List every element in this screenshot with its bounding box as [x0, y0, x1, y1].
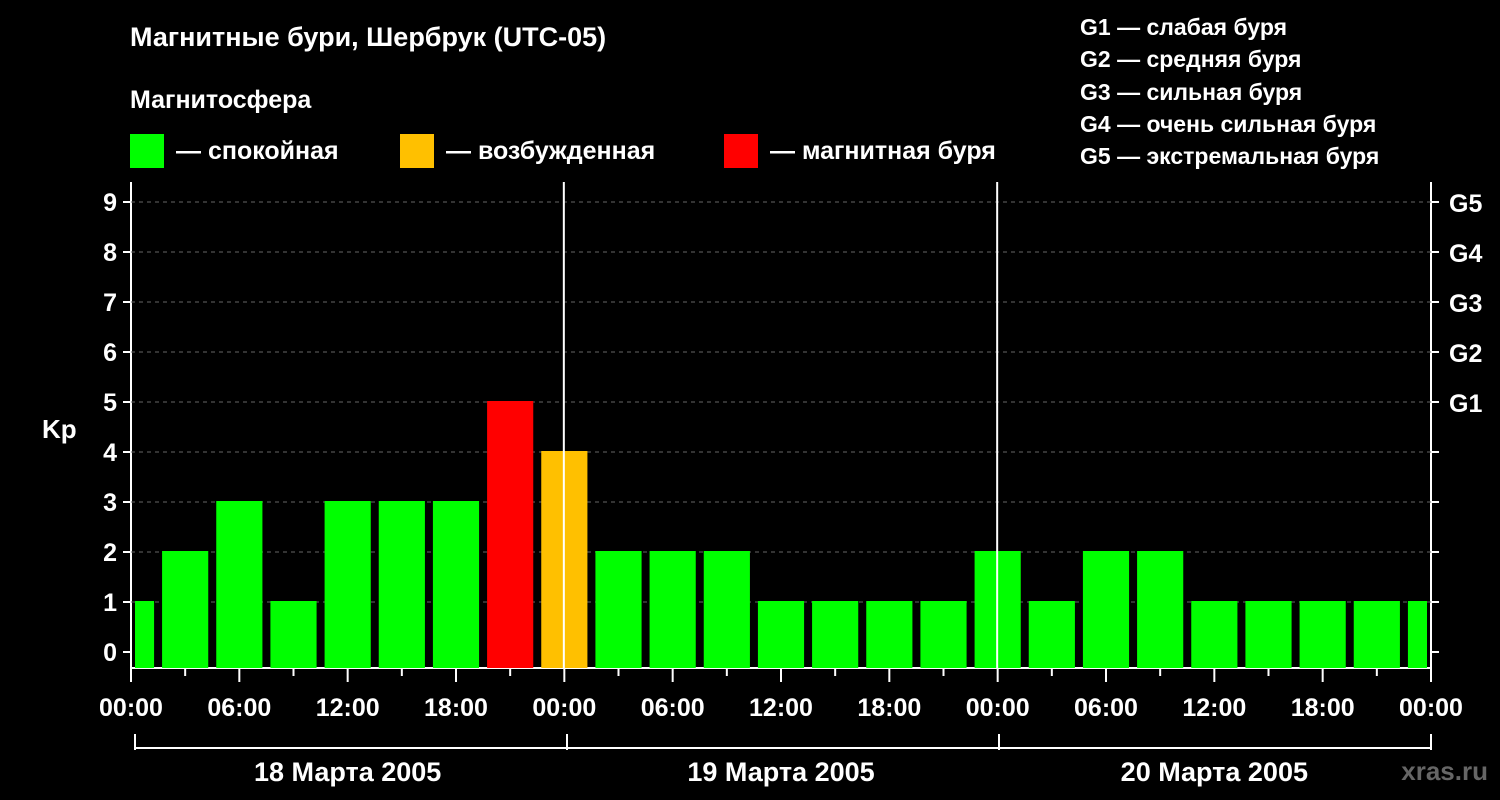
g-level-label: G1 — [1449, 390, 1482, 418]
kp-bar — [812, 601, 859, 668]
y-tick-label: 7 — [103, 289, 117, 317]
x-tick-label: 00:00 — [1399, 694, 1463, 722]
kp-bar — [378, 501, 425, 668]
y-tick-label: 3 — [103, 489, 117, 517]
x-tick-label: 18:00 — [424, 694, 488, 722]
watermark: xras.ru — [1401, 756, 1488, 786]
kp-bar — [866, 601, 913, 668]
x-tick-label: 12:00 — [749, 694, 813, 722]
y-tick-label: 2 — [103, 539, 117, 567]
g-level-label: G4 — [1449, 240, 1482, 268]
g-level-label: G5 — [1449, 190, 1482, 218]
kp-chart: 0 1 2 3 4 5 6 7 8 9 G1 G2 G3 G4 G5 Kp 00:00 06:00 12:00 18:… — [42, 182, 1482, 787]
kp-bar — [162, 551, 209, 668]
kp-bar — [595, 551, 642, 668]
kp-bar — [270, 601, 317, 668]
x-tick-label: 00:00 — [966, 694, 1030, 722]
kp-bar — [216, 501, 263, 668]
kp-bar — [1299, 601, 1346, 668]
kp-bar — [1082, 551, 1130, 668]
y-axis-label: Kp — [42, 414, 77, 444]
kp-bar — [324, 501, 371, 668]
y-tick-label: 0 — [103, 639, 117, 667]
x-tick-label: 18:00 — [857, 694, 921, 722]
day-label: 18 Марта 2005 — [254, 757, 441, 787]
kp-bar — [920, 601, 967, 668]
day-label: 20 Марта 2005 — [1121, 757, 1308, 787]
x-tick-label: 06:00 — [641, 694, 705, 722]
kp-bar — [487, 401, 534, 668]
y-tick-label: 4 — [103, 439, 117, 467]
x-tick-label: 06:00 — [1074, 694, 1138, 722]
g-level-label: G2 — [1449, 340, 1482, 368]
y-tick-label: 8 — [103, 239, 117, 267]
kp-bar — [1028, 601, 1075, 668]
kp-bar — [432, 501, 480, 668]
x-tick-label: 12:00 — [1182, 694, 1246, 722]
y-tick-label: 5 — [103, 389, 117, 417]
kp-bar — [1353, 601, 1400, 668]
kp-bar — [135, 601, 155, 668]
x-tick-label: 00:00 — [532, 694, 596, 722]
x-tick-label: 12:00 — [316, 694, 380, 722]
kp-bar — [1407, 601, 1427, 668]
kp-bar — [649, 551, 696, 668]
x-tick-label: 06:00 — [207, 694, 271, 722]
kp-bar — [703, 551, 750, 668]
x-tick-label: 00:00 — [99, 694, 163, 722]
kp-bar — [1245, 601, 1292, 668]
kp-bar — [757, 601, 805, 668]
day-label: 19 Марта 2005 — [687, 757, 874, 787]
y-tick-label: 9 — [103, 189, 117, 217]
y-tick-label: 6 — [103, 339, 117, 367]
kp-bar — [1191, 601, 1238, 668]
y-tick-label: 1 — [103, 589, 117, 617]
x-tick-label: 18:00 — [1291, 694, 1355, 722]
g-level-label: G3 — [1449, 290, 1482, 318]
kp-bar — [1137, 551, 1184, 668]
